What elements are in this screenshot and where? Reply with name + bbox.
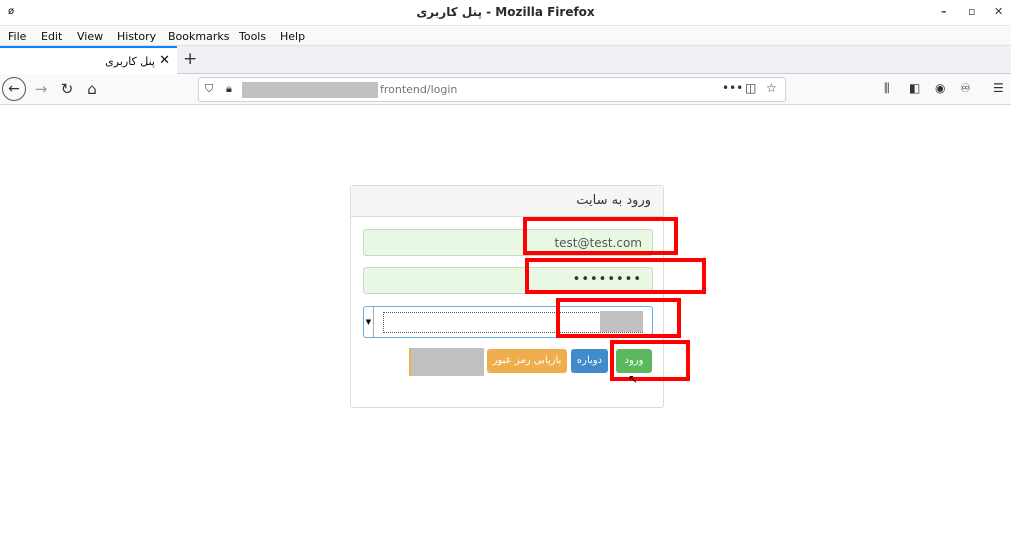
account-icon[interactable]: ◉ [935,81,945,95]
extension-icon[interactable]: ♾ [960,81,971,95]
shield-icon[interactable]: ⛉ [205,82,213,96]
minimize-icon[interactable]: – [941,5,947,18]
pocket-icon[interactable]: ◫ [745,81,756,95]
highlight-password [525,258,706,294]
menu-help[interactable]: Help [280,30,305,43]
lock-icon[interactable]: 🔒︎ [226,82,232,96]
window-title: پنل کاربری - Mozilla Firefox [416,5,595,19]
reload-icon[interactable]: ↻ [56,78,78,100]
forward-icon[interactable]: → [30,78,52,100]
tab-title: پنل کاربری [105,55,155,68]
panel-heading: ورود به سایت [351,186,663,217]
menu-file[interactable]: File [8,30,26,43]
tab-close-icon[interactable]: ✕ [159,53,170,68]
highlight-email [523,217,678,255]
masked-button[interactable] [409,348,484,376]
window-titlebar: ø پنل کاربری - Mozilla Firefox – ▫ ✕ [0,0,1011,26]
url-masked-region [242,82,378,98]
menu-history[interactable]: History [117,30,156,43]
panel-title: ورود به سایت [576,193,651,208]
recover-password-button[interactable]: بازیابی رمز عبور [487,349,567,373]
tab-strip: پنل کاربری ✕ + [0,46,1011,74]
dropdown-arrow-icon[interactable]: ▼ [364,307,374,337]
new-tab-icon[interactable]: + [183,49,197,69]
menu-edit[interactable]: Edit [41,30,62,43]
back-button[interactable]: دوباره [571,349,608,373]
url-text[interactable]: frontend/login [380,83,457,96]
back-icon[interactable]: ← [2,77,26,101]
library-icon[interactable]: ⫼ [884,81,890,96]
bookmark-star-icon[interactable]: ☆ [766,81,777,95]
menu-bar: File Edit View History Bookmarks Tools H… [0,27,1011,46]
home-icon[interactable]: ⌂ [81,78,103,100]
tab-user-panel[interactable]: پنل کاربری ✕ [0,46,177,74]
highlight-login [610,340,690,381]
navigation-bar: ← → ↻ ⌂ ⛉ 🔒︎ frontend/login ••• ◫ ☆ ⫼ ◧ … [0,74,1011,105]
close-icon[interactable]: ✕ [994,5,1003,18]
menu-view[interactable]: View [77,30,103,43]
menu-bookmarks[interactable]: Bookmarks [168,30,229,43]
page-actions-icon[interactable]: ••• [722,81,743,95]
sidebar-icon[interactable]: ◧ [909,81,920,95]
url-bar[interactable]: ⛉ 🔒︎ frontend/login ••• ◫ ☆ [198,77,786,102]
maximize-icon[interactable]: ▫ [968,5,975,18]
menu-tools[interactable]: Tools [239,30,266,43]
highlight-captcha [556,298,681,338]
mouse-cursor-icon: ↖ [628,372,639,386]
hamburger-menu-icon[interactable]: ☰ [993,81,1004,95]
